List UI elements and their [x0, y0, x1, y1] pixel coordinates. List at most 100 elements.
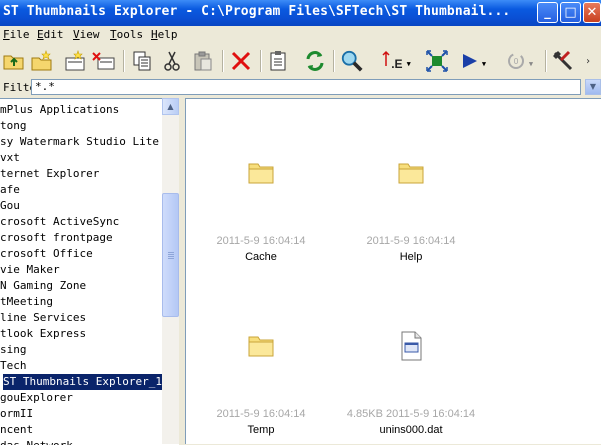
menu-tools-accel: T: [110, 28, 117, 41]
folder-icon: [248, 163, 274, 184]
properties-button[interactable]: [266, 49, 290, 73]
maximize-button[interactable]: □: [560, 2, 581, 23]
toolbar-separator: [123, 50, 125, 72]
delete-button[interactable]: [229, 49, 253, 73]
menu-help[interactable]: Help: [151, 28, 178, 41]
tree-item[interactable]: tong: [0, 118, 27, 134]
fit-window-icon: [426, 50, 448, 72]
filter-bar: Filter: *.* ▼: [0, 78, 601, 98]
sort-by-extension-button[interactable]: .E ▼: [376, 49, 416, 73]
new-file-button[interactable]: [63, 49, 87, 73]
file-name: unins000.dat: [379, 424, 443, 436]
tree-item[interactable]: vie Maker: [0, 262, 60, 278]
chevron-down-icon: ▼: [589, 82, 597, 91]
tree-item[interactable]: sy Watermark Studio Lite: [0, 134, 159, 150]
new-folder-icon: [31, 50, 52, 71]
maximize-icon: □: [564, 5, 577, 20]
tree-item[interactable]: mPlus Applications: [0, 102, 119, 118]
tree-item[interactable]: N Gaming Zone: [0, 278, 86, 294]
overflow-chevron-icon: ›: [584, 55, 592, 67]
file-meta: 4.85KB 2011-5-9 16:04:14: [336, 408, 486, 420]
tree-item[interactable]: crosoft frontpage: [0, 230, 113, 246]
rotate-button[interactable]: 0 ▼: [500, 49, 538, 73]
sort-arrow-icon: [382, 50, 390, 66]
refresh-icon: [306, 51, 324, 71]
tree-item[interactable]: crosoft Office: [0, 246, 93, 262]
title-bar[interactable]: ST Thumbnails Explorer - C:\Program File…: [0, 0, 601, 26]
folder-tree[interactable]: mPlus Applications tong sy Watermark Studi…: [0, 98, 179, 445]
filter-dropdown-button[interactable]: ▼: [585, 79, 601, 95]
file-name: Temp: [247, 424, 275, 436]
dat-file-icon: [401, 331, 422, 361]
thumbnail-pane[interactable]: 2011-5-9 16:04:14 Cache 2011-5-9 16:04:1…: [185, 98, 601, 444]
menu-view-accel: V: [73, 28, 80, 41]
menu-bar: File Edit View Tools Help: [0, 26, 601, 44]
tree-item[interactable]: afe: [0, 182, 20, 198]
svg-text:0: 0: [513, 57, 518, 66]
minimize-button[interactable]: _: [537, 2, 558, 23]
slideshow-button[interactable]: ▼: [458, 49, 488, 73]
tree-item[interactable]: Tech: [0, 358, 27, 374]
delete-x-icon: [231, 51, 251, 71]
file-date: 2011-5-9 16:04:14: [216, 235, 306, 247]
file-date: 2011-5-9 16:04:14: [366, 235, 456, 247]
menu-tools[interactable]: Tools: [110, 28, 143, 41]
thumb-grip: [168, 252, 174, 253]
search-button[interactable]: [340, 49, 364, 73]
tree-item[interactable]: ternet Explorer: [0, 166, 99, 182]
delete-file-icon: [92, 52, 115, 70]
tree-item[interactable]: ormII: [0, 406, 33, 422]
scroll-up-button[interactable]: ▲: [162, 98, 179, 115]
copy-button[interactable]: [130, 49, 154, 73]
dropdown-arrow-icon: ▼: [406, 60, 411, 68]
tree-item[interactable]: Gou: [0, 198, 20, 214]
delete-file-button[interactable]: [92, 49, 116, 73]
file-date: 2011-5-9 16:04:14: [216, 408, 306, 420]
up-folder-button[interactable]: [2, 49, 26, 73]
toolbar-separator: [545, 50, 547, 72]
menu-tools-rest: ools: [116, 28, 144, 41]
folder-icon: [248, 336, 274, 357]
menu-file-accel: F: [3, 28, 10, 41]
menu-file-rest: ile: [9, 28, 30, 41]
menu-edit-accel: E: [37, 28, 44, 41]
file-name: Cache: [245, 251, 277, 263]
chevron-up-icon: ▲: [167, 102, 174, 111]
tree-item[interactable]: ncent: [0, 422, 33, 438]
tools-button[interactable]: [551, 49, 575, 73]
tree-item[interactable]: vxt: [0, 150, 20, 166]
thumb-grip: [168, 256, 174, 257]
tree-item[interactable]: ST Thumbnails Explorer_12: [3, 374, 172, 390]
tree-item[interactable]: sing: [0, 342, 27, 358]
tree-scrollbar[interactable]: ▲: [162, 98, 179, 444]
file-meta: 2011-5-9 16:04:14: [186, 408, 336, 420]
new-folder-button[interactable]: [30, 49, 54, 73]
close-button[interactable]: ✕: [583, 2, 601, 23]
tree-item[interactable]: gouExplorer: [0, 390, 73, 406]
copy-icon: [133, 51, 151, 71]
play-icon: [462, 54, 477, 68]
rotate-icon: 0: [507, 53, 524, 69]
minimize-icon: _: [544, 5, 551, 20]
file-meta: 2011-5-9 16:04:14: [186, 235, 336, 247]
close-icon: ✕: [586, 5, 598, 20]
menu-view[interactable]: View: [73, 28, 100, 41]
fit-view-button[interactable]: [425, 49, 449, 73]
tree-item[interactable]: tlook Express: [0, 326, 86, 342]
menu-view-rest: iew: [79, 28, 100, 41]
filter-input[interactable]: *.*: [31, 79, 581, 95]
menu-file[interactable]: File: [3, 28, 30, 41]
toolbar-overflow-button[interactable]: ›: [578, 49, 598, 73]
file-name: Help: [399, 251, 423, 263]
tree-item[interactable]: tMeeting: [0, 294, 53, 310]
tree-item[interactable]: crosoft ActiveSync: [0, 214, 119, 230]
tree-item[interactable]: line Services: [0, 310, 86, 326]
search-icon: [341, 50, 363, 72]
cut-button[interactable]: [160, 49, 184, 73]
paste-button[interactable]: [191, 49, 215, 73]
refresh-button[interactable]: [303, 49, 327, 73]
scroll-thumb[interactable]: [162, 193, 179, 317]
toolbar-separator: [333, 50, 335, 72]
menu-edit[interactable]: Edit: [37, 28, 64, 41]
file-size: 4.85KB: [346, 408, 383, 420]
